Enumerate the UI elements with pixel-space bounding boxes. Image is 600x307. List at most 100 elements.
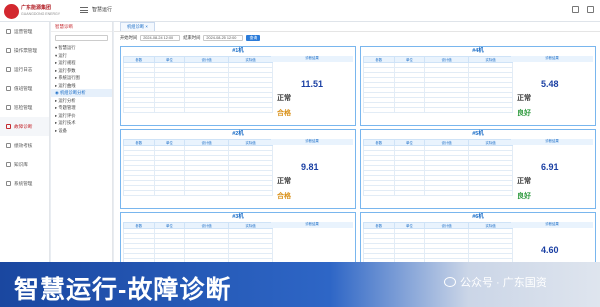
end-time-input[interactable]: 2024-08-25 12:00: [203, 34, 244, 41]
diagnosis-icon: [6, 124, 11, 129]
sidebar-item-0[interactable]: 运营管理: [0, 22, 49, 41]
gear-icon: [6, 181, 11, 186]
sidebar-item-2[interactable]: 运行日志: [0, 60, 49, 79]
banner-title: 智慧运行-故障诊断: [14, 276, 232, 304]
grade-text: 合格: [277, 193, 291, 200]
wechat-icon: [444, 277, 456, 287]
main-content: 机组诊断 × 开始时间 2024-08-24 12:00 结束时间 2024-0…: [114, 22, 600, 292]
end-time-label: 结束时间: [183, 34, 201, 40]
unit-card: #4机 参数 单位 设计值 实际值 诊断结果 5.48 正常 良好: [360, 46, 596, 126]
chart-icon: [6, 143, 11, 148]
sidebar-item-label: 故障诊断: [14, 123, 33, 129]
unit-title: #2机: [232, 131, 244, 137]
tree-node[interactable]: ▸ 运行参数: [51, 67, 112, 75]
top-bar: 广东能源集团 GUANGDONG ENERGY 智慧运行: [0, 0, 600, 22]
sidebar-item-3[interactable]: 值班管理: [0, 79, 49, 98]
tree-search-input[interactable]: [55, 35, 108, 41]
sidebar-item-6[interactable]: 绩效考核: [0, 136, 49, 155]
tree-node[interactable]: ▸ 运行规程: [51, 59, 112, 67]
status-text: 正常: [277, 178, 291, 185]
fullscreen-icon[interactable]: [587, 6, 594, 13]
tree-node[interactable]: ▸ 运行曲线: [51, 82, 112, 90]
unit-title: #5机: [472, 131, 484, 137]
sidebar-item-label: 知识库: [14, 161, 28, 167]
start-time-label: 开始时间: [120, 34, 138, 40]
diagnosis-metric: 4.60: [541, 245, 559, 255]
diagnosis-metric: 6.91: [541, 162, 559, 172]
unit-title: #4机: [472, 48, 484, 54]
tab-unit-diagnosis[interactable]: 机组诊断 ×: [120, 22, 155, 31]
diagnosis-panel: 诊断结果 6.91 正常良好: [511, 139, 593, 207]
diagnosis-panel: 诊断结果 9.81 正常合格: [271, 139, 353, 207]
menu-toggle-icon[interactable]: [80, 7, 88, 13]
sidebar-item-1[interactable]: 操作票管理: [0, 41, 49, 60]
sidebar-item-label: 运营管理: [14, 28, 33, 34]
tree-node[interactable]: ▸ 系统运行图: [51, 74, 112, 82]
tree-panel: 智慧诊断 ▾ 智慧运行 ▾ 运行 ▸ 运行规程 ▸ 运行参数 ▸ 系统运行图 ▸…: [51, 22, 113, 262]
tree-node[interactable]: ◉ 机组诊断分析: [51, 89, 112, 97]
query-button[interactable]: 查询: [246, 34, 261, 41]
grade-text: 良好: [517, 193, 531, 200]
table-row: [363, 190, 513, 196]
notification-icon[interactable]: [572, 6, 579, 13]
diagnosis-metric: 5.48: [541, 79, 559, 89]
diagnosis-header: 诊断结果: [511, 56, 593, 62]
sidebar-item-label: 操作票管理: [14, 47, 37, 53]
start-time-input[interactable]: 2024-08-24 12:00: [140, 34, 181, 41]
book-icon: [6, 162, 11, 167]
inspect-icon: [6, 105, 11, 110]
diagnosis-panel: 诊断结果 11.51 正常 合格: [271, 56, 353, 124]
unit-card: #2机参数 单位 设计值 实际值 诊断结果 9.81 正常合格: [120, 129, 356, 209]
status-text: 正常: [517, 178, 531, 185]
unit-title: #6机: [472, 214, 484, 220]
table-row: [123, 190, 273, 196]
unit-card: #1机 参数 单位 设计值 实际值 诊断结果 11.51 正常 合格: [120, 46, 356, 126]
sidebar-item-5[interactable]: 故障诊断: [0, 117, 49, 136]
tab-bar: 机组诊断 ×: [114, 22, 600, 32]
sidebar-item-label: 值班管理: [14, 85, 33, 91]
sidebar-item-label: 运行日志: [14, 66, 33, 72]
watermark-text: 公众号 · 广东国资: [460, 277, 547, 289]
sidebar-item-label: 巡检管理: [14, 104, 33, 110]
status-text: 正常: [517, 95, 531, 102]
unit-title: #3机: [232, 214, 244, 220]
unit-title: #1机: [232, 48, 244, 54]
window-controls: [572, 6, 594, 13]
diagnosis-metric: 9.81: [301, 162, 319, 172]
tree-node[interactable]: ▸ 专题管理: [51, 104, 112, 112]
unit-grid: #1机 参数 单位 设计值 实际值 诊断结果 11.51 正常 合格 #4机 参数 单位 设计值 实际值诊…: [120, 46, 596, 292]
logo-subtitle: GUANGDONG ENERGY: [21, 12, 61, 16]
diagnosis-header: 诊断结果: [511, 139, 593, 145]
diagnosis-header: 诊断结果: [271, 139, 353, 145]
tree-node[interactable]: ▸ 运行评价: [51, 112, 112, 120]
table-row: [123, 107, 273, 113]
unit-card: #5机 参数 单位 设计值 实际值 诊断结果 6.91 正常 良好: [360, 129, 596, 209]
log-icon: [6, 67, 11, 72]
filter-bar: 开始时间 2024-08-24 12:00 结束时间 2024-08-25 12…: [114, 32, 600, 43]
diagnosis-panel: 诊断结果 5.48 正常 良好: [511, 56, 593, 124]
diagnosis-metric: 11.51: [301, 79, 324, 89]
tree-node[interactable]: ▾ 运行: [51, 52, 112, 60]
tree-node[interactable]: ▾ 智慧运行: [51, 44, 112, 52]
page-title: 智慧运行: [92, 7, 113, 13]
unit-param-table: 参数 单位 设计值 实际值: [123, 139, 273, 196]
diagnosis-header: 诊断结果: [271, 222, 353, 228]
sidebar-item-8[interactable]: 系统管理: [0, 174, 49, 193]
ticket-icon: [6, 48, 11, 53]
sidebar-item-label: 系统管理: [14, 180, 33, 186]
sidebar-item-label: 绩效考核: [14, 142, 33, 148]
company-logo: [4, 4, 19, 19]
tree-node[interactable]: ▸ 运行技术: [51, 119, 112, 127]
unit-param-table: 参数 单位 设计值 实际值: [363, 56, 513, 113]
sidebar-item-4[interactable]: 巡检管理: [0, 98, 49, 117]
diagnosis-header: 诊断结果: [271, 56, 353, 62]
watermark: 公众号 · 广东国资: [444, 274, 547, 290]
sidebar-item-7[interactable]: 知识库: [0, 155, 49, 174]
table-row: [363, 107, 513, 113]
tree-node[interactable]: ▸ 运行分析: [51, 97, 112, 105]
logo-title: 广东能源集团: [21, 5, 52, 11]
tree-node[interactable]: ▸ 设备: [51, 127, 112, 135]
diagnosis-header: 诊断结果: [511, 222, 593, 228]
unit-param-table: 参数 单位 设计值 实际值: [123, 56, 273, 113]
grade-text: 合格: [277, 110, 291, 117]
